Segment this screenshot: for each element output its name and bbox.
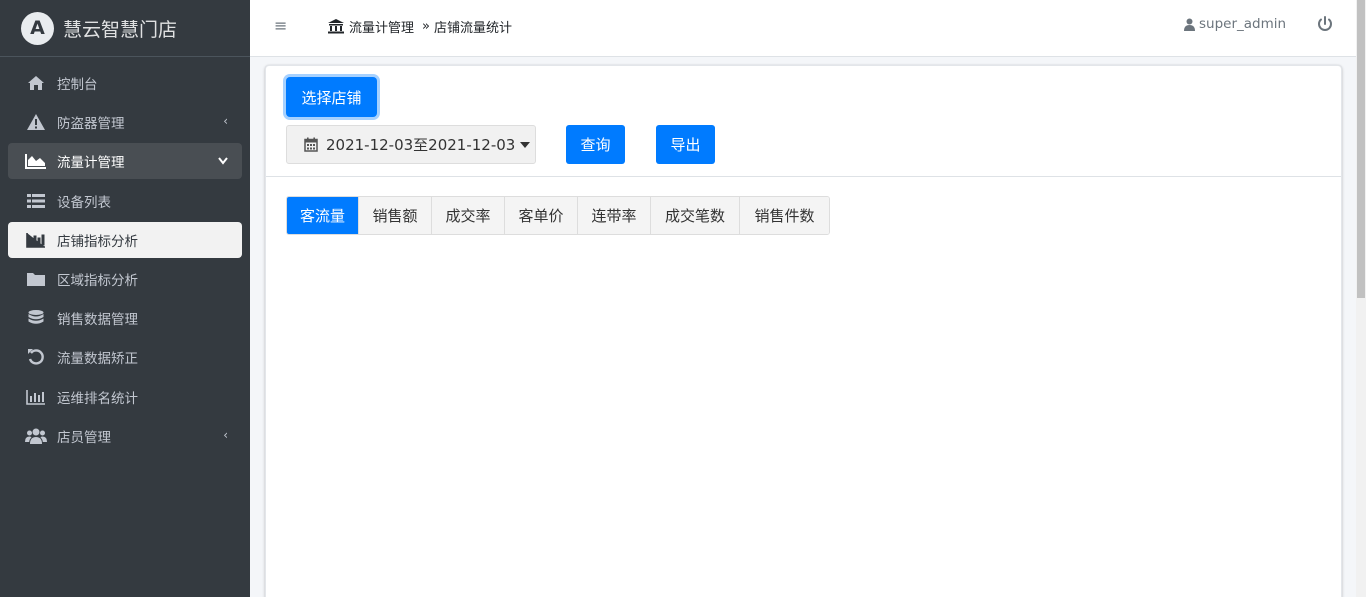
- export-button[interactable]: 导出: [656, 125, 715, 164]
- tab-avg-order-value[interactable]: 客单价: [505, 197, 578, 234]
- bar-chart-icon: [25, 388, 47, 406]
- sidebar-item-device-list[interactable]: 设备列表: [8, 183, 242, 219]
- area-chart-icon: [25, 152, 47, 170]
- chevron-left-icon: ‹: [223, 427, 228, 442]
- sidebar-item-label: 流量数据矫正: [57, 351, 138, 368]
- breadcrumb-current: 店铺流量统计: [433, 21, 512, 36]
- tab-attach-rate[interactable]: 连带率: [578, 197, 651, 234]
- date-range-value: 2021-12-03至2021-12-03: [326, 136, 516, 154]
- tab-conversion-rate[interactable]: 成交率: [432, 197, 505, 234]
- sidebar-item-label: 控制台: [57, 77, 98, 93]
- username: super_admin: [1199, 16, 1287, 32]
- chart-area: [286, 246, 1321, 586]
- breadcrumb-parent[interactable]: 流量计管理: [349, 17, 414, 36]
- bank-icon: [328, 19, 344, 34]
- breadcrumb-separator: »: [422, 19, 430, 34]
- sidebar-item-region-analysis[interactable]: 区域指标分析: [8, 261, 242, 297]
- tab-items-sold[interactable]: 销售件数: [740, 197, 829, 234]
- user-menu[interactable]: super_admin: [1184, 16, 1286, 32]
- sidebar-item-label: 区域指标分析: [57, 272, 138, 289]
- home-icon: [25, 74, 47, 92]
- tab-customer-flow[interactable]: 客流量: [287, 197, 359, 234]
- brand-logo-letter: A: [30, 17, 45, 39]
- brand[interactable]: A 慧云智慧门店: [0, 0, 250, 57]
- folder-icon: [25, 270, 47, 288]
- undo-icon: [25, 348, 47, 366]
- sidebar-item-flow-meter[interactable]: 流量计管理: [8, 143, 242, 180]
- metric-tabs: 客流量 销售额 成交率 客单价 连带率 成交笔数 销售件数: [286, 196, 830, 235]
- query-button[interactable]: 查询: [566, 125, 625, 164]
- list-icon: [25, 192, 47, 210]
- sidebar: A 慧云智慧门店 控制台 防盗器管理 ‹ 流量计管理 设备列表 店铺指标分析 区…: [0, 0, 250, 597]
- sidebar-item-staff[interactable]: 店员管理 ‹: [8, 418, 242, 454]
- calendar-icon: [304, 137, 318, 152]
- brand-logo: A: [21, 11, 54, 45]
- sidebar-item-label: 销售数据管理: [57, 312, 138, 329]
- brand-title: 慧云智慧门店: [63, 18, 178, 41]
- sidebar-item-store-analysis[interactable]: 店铺指标分析: [8, 221, 242, 258]
- sidebar-nav: 控制台 防盗器管理 ‹ 流量计管理 设备列表 店铺指标分析 区域指标分析 销售数…: [0, 57, 250, 454]
- page-scrollbar[interactable]: [1356, 0, 1366, 597]
- scrollbar-thumb[interactable]: [1357, 0, 1365, 298]
- sidebar-item-flow-correction[interactable]: 流量数据矫正: [8, 339, 242, 375]
- breadcrumb: 流量计管理 » 店铺流量统计: [328, 17, 512, 36]
- users-icon: [25, 427, 47, 445]
- date-range-picker[interactable]: 2021-12-03至2021-12-03: [286, 125, 536, 164]
- chevron-left-icon: ‹: [223, 114, 228, 129]
- chevron-down-icon: [218, 151, 228, 168]
- sidebar-item-ops-ranking[interactable]: 运维排名统计: [8, 379, 242, 415]
- sidebar-item-label: 店铺指标分析: [57, 233, 138, 250]
- sidebar-item-label: 防盗器管理: [57, 116, 125, 133]
- caret-down-icon: [520, 141, 531, 148]
- user-icon: [1184, 18, 1195, 31]
- warning-icon: [25, 113, 47, 131]
- menu-toggle-icon[interactable]: ≡: [274, 16, 287, 35]
- sidebar-item-label: 运维排名统计: [57, 390, 138, 407]
- top-header: ≡ 流量计管理 » 店铺流量统计 super_admin: [250, 0, 1356, 57]
- sidebar-item-label: 设备列表: [57, 194, 111, 211]
- select-store-button[interactable]: 选择店铺: [286, 77, 377, 117]
- bar-chart-icon: [25, 231, 47, 249]
- tab-transaction-count[interactable]: 成交笔数: [651, 197, 740, 234]
- sidebar-item-label: 店员管理: [57, 429, 111, 446]
- card-toolbar: 选择店铺 2021-12-03至2021-12-03 查询 导出: [266, 66, 1341, 177]
- sidebar-item-label: 流量计管理: [57, 155, 125, 172]
- sidebar-item-anti-theft[interactable]: 防盗器管理 ‹: [8, 104, 242, 140]
- main-card: 选择店铺 2021-12-03至2021-12-03 查询 导出 客流量 销售额…: [265, 65, 1342, 597]
- tab-sales-amount[interactable]: 销售额: [359, 197, 432, 234]
- power-icon[interactable]: [1316, 15, 1334, 33]
- database-icon: [25, 309, 47, 327]
- sidebar-item-dashboard[interactable]: 控制台: [8, 65, 242, 101]
- sidebar-item-sales-data[interactable]: 销售数据管理: [8, 300, 242, 336]
